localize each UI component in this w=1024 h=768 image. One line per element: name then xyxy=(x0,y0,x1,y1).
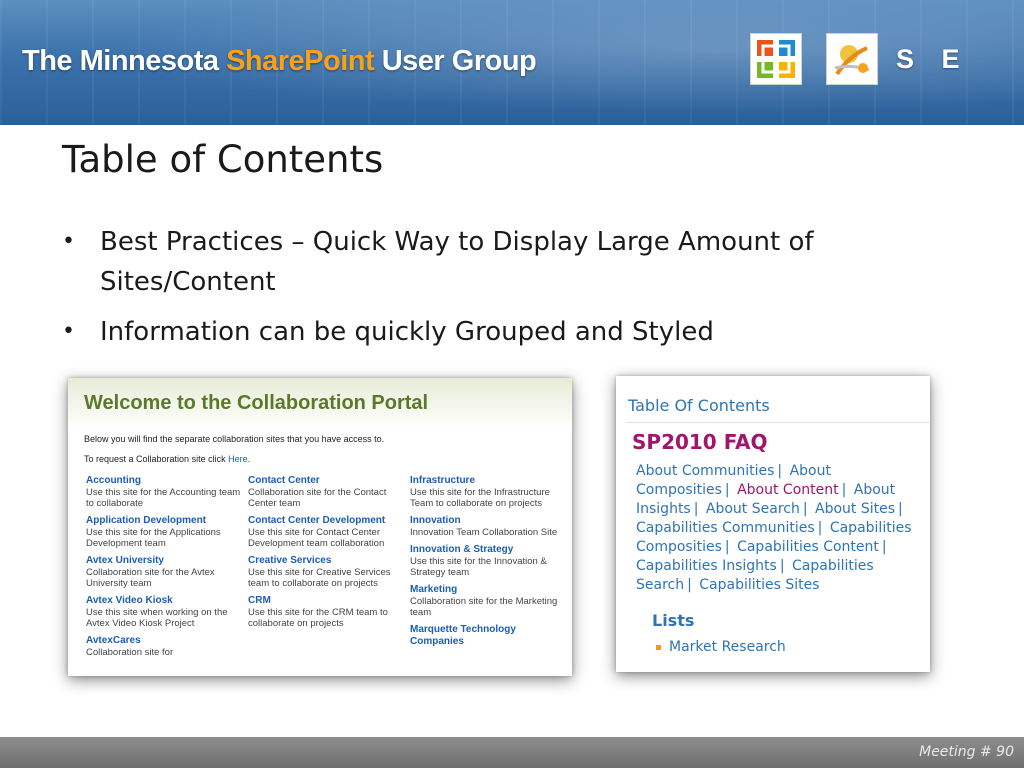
faq-link[interactable]: About Sites xyxy=(815,501,895,517)
sharepoint-logo-icon xyxy=(826,33,878,85)
faq-link[interactable]: Capabilities Sites xyxy=(699,577,819,593)
site-link[interactable]: Innovation & Strategy xyxy=(410,544,572,556)
group-brand: The Minnesota SharePoint User Group xyxy=(22,45,537,78)
site-entry: Innovation & Strategy Use this site for … xyxy=(410,544,572,578)
brand-accent: SharePoint xyxy=(226,45,375,77)
site-link[interactable]: Creative Services xyxy=(248,555,410,567)
faq-title[interactable]: SP2010 FAQ xyxy=(632,430,768,454)
site-description: Use this site for the Innovation & Strat… xyxy=(410,556,547,578)
brand-prefix: The Minnesota xyxy=(22,45,227,77)
site-description: Collaboration site for the Marketing tea… xyxy=(410,596,558,618)
link-separator: | xyxy=(802,501,808,517)
site-description: Collaboration site for xyxy=(86,647,174,658)
link-separator: | xyxy=(841,482,847,498)
site-entry: Marquette Technology Companies xyxy=(410,624,572,648)
link-separator: | xyxy=(898,501,903,517)
portal-request: To request a Collaboration site click He… xyxy=(84,454,572,464)
toc-title: Table Of Contents xyxy=(628,396,770,415)
link-separator: | xyxy=(817,520,823,536)
site-entry: Marketing Collaboration site for the Mar… xyxy=(410,584,572,618)
site-entry: Application Development Use this site fo… xyxy=(86,515,248,549)
site-entry: Contact Center Collaboration site for th… xyxy=(248,475,410,509)
site-description: Use this site for Creative Services team… xyxy=(248,567,391,589)
bullet-text: Best Practices – Quick Way to Display La… xyxy=(100,227,814,297)
header-banner: The Minnesota SharePoint User Group S E xyxy=(0,0,1024,125)
site-grid: Accounting Use this site for the Account… xyxy=(86,475,572,664)
site-description: Collaboration site for the Avtex Univers… xyxy=(86,567,215,589)
site-entry: Creative Services Use this site for Crea… xyxy=(248,555,410,589)
site-column: Contact Center Collaboration site for th… xyxy=(248,475,410,664)
site-link[interactable]: Infrastructure xyxy=(410,475,572,487)
link-separator: | xyxy=(881,539,887,555)
link-separator: | xyxy=(779,558,785,574)
faq-link[interactable]: Capabilities Communities xyxy=(636,520,815,536)
se-label: S E xyxy=(896,44,970,74)
link-separator: | xyxy=(724,539,730,555)
table-of-contents-screenshot: Table Of Contents SP2010 FAQ About Commu… xyxy=(616,376,930,672)
site-link[interactable]: Avtex University xyxy=(86,555,248,567)
site-column: Infrastructure Use this site for the Inf… xyxy=(410,475,572,664)
site-description: Use this site for Contact Center Develop… xyxy=(248,527,385,549)
link-separator: | xyxy=(687,577,692,593)
faq-link[interactable]: About Communities xyxy=(636,463,774,479)
site-link[interactable]: Innovation xyxy=(410,515,572,527)
site-entry: Avtex University Collaboration site for … xyxy=(86,555,248,589)
site-entry: Avtex Video Kiosk Use this site when wor… xyxy=(86,595,248,629)
site-link[interactable]: Marketing xyxy=(410,584,572,596)
lists-heading[interactable]: Lists xyxy=(652,611,694,630)
site-link[interactable]: Accounting xyxy=(86,475,248,487)
site-entry: Innovation Innovation Team Collaboration… xyxy=(410,515,572,538)
site-description: Use this site for the Infrastructure Tea… xyxy=(410,487,550,509)
bullet-item: • Information can be quickly Grouped and… xyxy=(62,312,902,352)
footer-bar: Meeting # 90 xyxy=(0,737,1024,768)
faq-link[interactable]: About Content xyxy=(737,482,839,498)
site-entry: CRM Use this site for the CRM team to co… xyxy=(248,595,410,629)
slide-title: Table of Contents xyxy=(62,138,384,181)
bullet-text: Information can be quickly Grouped and S… xyxy=(100,317,714,347)
bullet-dot: • xyxy=(62,229,75,254)
bullet-square-icon xyxy=(656,644,661,650)
site-description: Collaboration site for the Contact Cente… xyxy=(248,487,387,509)
meeting-number: Meeting # 90 xyxy=(919,744,1014,760)
faq-link-list: About Communities | About Composities | Ab… xyxy=(636,462,918,595)
site-entry: Contact Center Development Use this site… xyxy=(248,515,410,549)
office-logo-icon xyxy=(750,33,802,85)
link-separator: | xyxy=(777,463,783,479)
site-link[interactable]: CRM xyxy=(248,595,410,607)
faq-link[interactable]: About Search xyxy=(706,501,800,517)
site-link[interactable]: Marquette Technology Companies xyxy=(410,624,572,648)
site-entry: Infrastructure Use this site for the Inf… xyxy=(410,475,572,509)
portal-header: Welcome to the Collaboration Portal xyxy=(68,378,572,428)
site-entry: Accounting Use this site for the Account… xyxy=(86,475,248,509)
faq-link[interactable]: Capabilities Content xyxy=(737,539,879,555)
site-description: Use this site for the Applications Devel… xyxy=(86,527,221,549)
site-column: Accounting Use this site for the Account… xyxy=(86,475,248,664)
link-separator: | xyxy=(693,501,699,517)
site-link[interactable]: Contact Center Development xyxy=(248,515,410,527)
site-link[interactable]: Contact Center xyxy=(248,475,410,487)
site-link[interactable]: Avtex Video Kiosk xyxy=(86,595,248,607)
portal-title: Welcome to the Collaboration Portal xyxy=(84,392,429,414)
site-description: Innovation Team Collaboration Site xyxy=(410,527,558,538)
request-text: To request a Collaboration site click xyxy=(84,454,229,464)
site-description: Use this site for the CRM team to collab… xyxy=(248,607,388,629)
site-entry: AvtexCares Collaboration site for xyxy=(86,635,248,658)
list-item[interactable]: Market Research xyxy=(656,639,786,655)
collaboration-portal-screenshot: Welcome to the Collaboration Portal Belo… xyxy=(68,378,572,676)
site-description: Use this site for the Accounting team to… xyxy=(86,487,241,509)
brand-suffix: User Group xyxy=(374,45,537,77)
faq-link[interactable]: Capabilities Insights xyxy=(636,558,777,574)
request-here-link[interactable]: Here. xyxy=(228,454,250,464)
bullet-list: • Best Practices – Quick Way to Display … xyxy=(62,222,902,362)
site-link[interactable]: Application Development xyxy=(86,515,248,527)
list-item-label[interactable]: Market Research xyxy=(669,639,786,655)
link-separator: | xyxy=(724,482,730,498)
bullet-dot: • xyxy=(62,319,75,344)
site-description: Use this site when working on the Avtex … xyxy=(86,607,228,629)
bullet-item: • Best Practices – Quick Way to Display … xyxy=(62,222,902,302)
portal-intro: Below you will find the separate collabo… xyxy=(84,434,385,444)
toc-divider xyxy=(626,422,930,423)
site-link[interactable]: AvtexCares xyxy=(86,635,248,647)
